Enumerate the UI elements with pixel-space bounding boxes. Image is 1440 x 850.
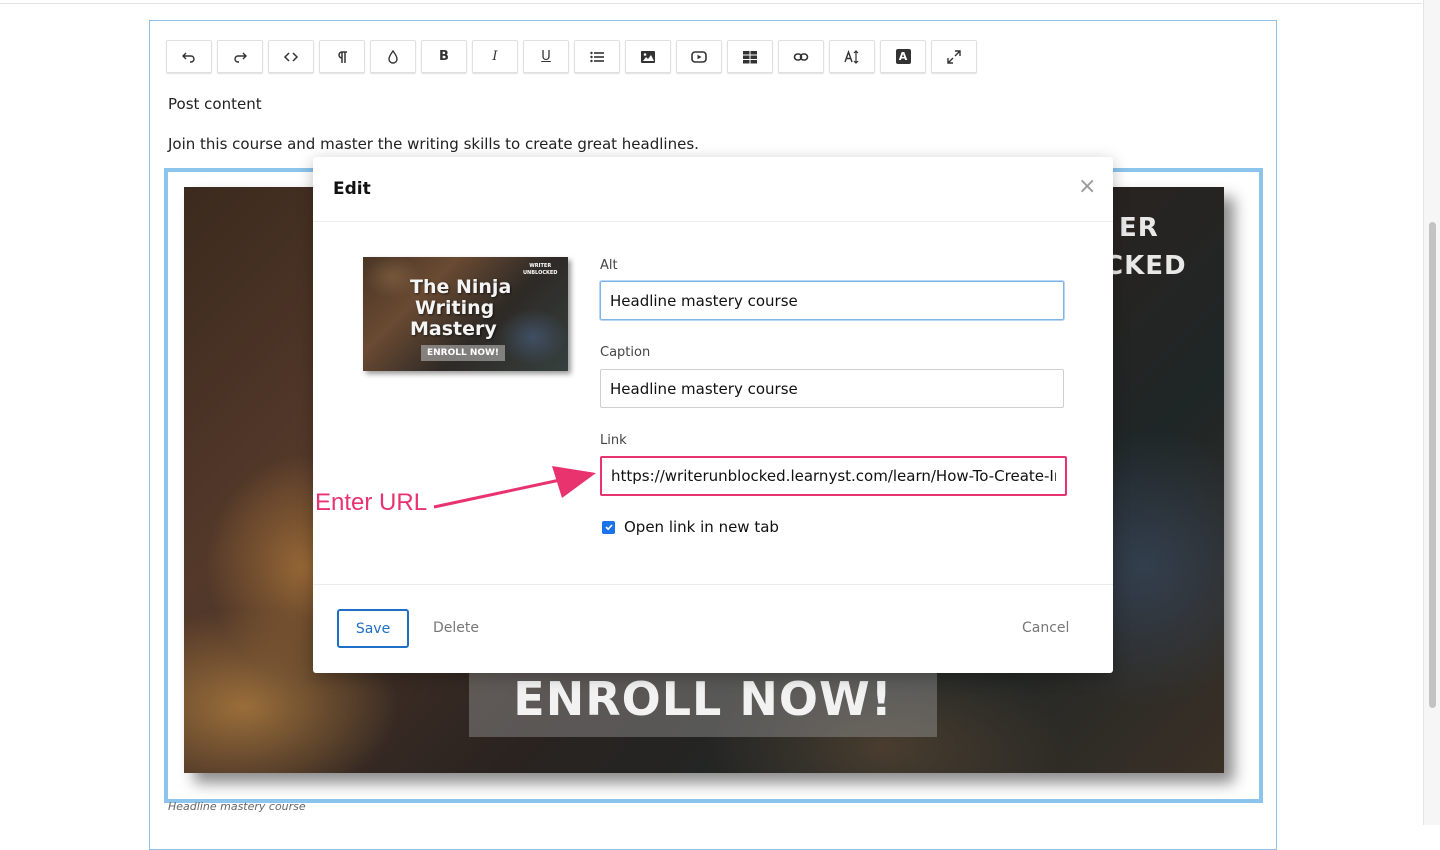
thumbnail-enroll-badge: ENROLL NOW! (421, 345, 505, 361)
open-new-tab-checkbox[interactable] (602, 520, 615, 534)
font-size-button[interactable] (829, 40, 875, 73)
redo-button[interactable] (217, 40, 263, 73)
link-input[interactable] (600, 456, 1067, 496)
banner-enroll-text: ENROLL NOW! (513, 672, 893, 726)
link-label: Link (600, 433, 627, 448)
open-new-tab-option[interactable]: Open link in new tab (602, 518, 779, 536)
underline-button[interactable]: U (523, 40, 569, 73)
edit-image-dialog: Edit × WRITER UNBLOCKED The Ninja Writin… (313, 157, 1113, 673)
table-button[interactable] (727, 40, 773, 73)
bold-button[interactable]: B (421, 40, 467, 73)
list-icon (590, 51, 604, 62)
expand-icon (947, 49, 961, 64)
scrollbar-thumb[interactable] (1429, 222, 1436, 708)
dialog-footer-divider (313, 584, 1113, 585)
droplet-icon (388, 49, 398, 64)
thumbnail-title-line3: Mastery (410, 318, 497, 340)
link-icon (793, 52, 809, 61)
image-icon (641, 50, 655, 63)
annotation-label: Enter URL (315, 489, 428, 516)
open-new-tab-label: Open link in new tab (624, 518, 779, 536)
undo-button[interactable] (166, 40, 212, 73)
image-caption: Headline mastery course (168, 800, 306, 813)
banner-text-line2: CKED (1104, 251, 1187, 281)
caption-label: Caption (600, 345, 651, 360)
banner-text-line1: ER (1119, 213, 1159, 243)
color-button[interactable] (370, 40, 416, 73)
thumbnail-title-line2: Writing (415, 297, 495, 319)
page-scrollbar[interactable] (1423, 0, 1440, 825)
post-content-label: Post content (168, 95, 262, 113)
video-icon (691, 50, 707, 63)
paragraph-icon (338, 50, 347, 63)
save-button[interactable]: Save (337, 609, 409, 648)
redo-icon (234, 52, 247, 63)
fullscreen-button[interactable] (931, 40, 977, 73)
thumbnail-brand: WRITER UNBLOCKED (523, 263, 557, 277)
paragraph-button[interactable] (319, 40, 365, 73)
delete-button[interactable]: Delete (433, 620, 479, 636)
video-button[interactable] (676, 40, 722, 73)
table-icon (743, 50, 757, 63)
top-divider (0, 3, 1422, 4)
code-icon (283, 51, 299, 62)
alt-input[interactable] (600, 281, 1064, 320)
list-button[interactable] (574, 40, 620, 73)
code-view-button[interactable] (268, 40, 314, 73)
font-size-icon (844, 49, 859, 64)
thumbnail-title-line1: The Ninja (410, 276, 512, 298)
link-button[interactable] (778, 40, 824, 73)
thumbnail-brand-line2: UNBLOCKED (523, 270, 558, 276)
image-button[interactable] (625, 40, 671, 73)
text-style-button[interactable]: A (880, 40, 926, 73)
post-paragraph[interactable]: Join this course and master the writing … (168, 135, 699, 153)
text-style-icon: A (895, 49, 911, 64)
alt-label: Alt (600, 258, 618, 273)
thumbnail-brand-line1: WRITER (529, 263, 552, 269)
check-icon (604, 524, 613, 531)
close-icon[interactable]: × (1078, 176, 1096, 198)
dialog-header-divider (313, 221, 1113, 222)
caption-input[interactable] (600, 369, 1064, 408)
undo-icon (182, 52, 195, 63)
dialog-title: Edit (333, 179, 371, 199)
cancel-button[interactable]: Cancel (1022, 620, 1069, 636)
italic-button[interactable]: I (472, 40, 518, 73)
image-thumbnail: WRITER UNBLOCKED The Ninja Writing Maste… (363, 257, 568, 371)
